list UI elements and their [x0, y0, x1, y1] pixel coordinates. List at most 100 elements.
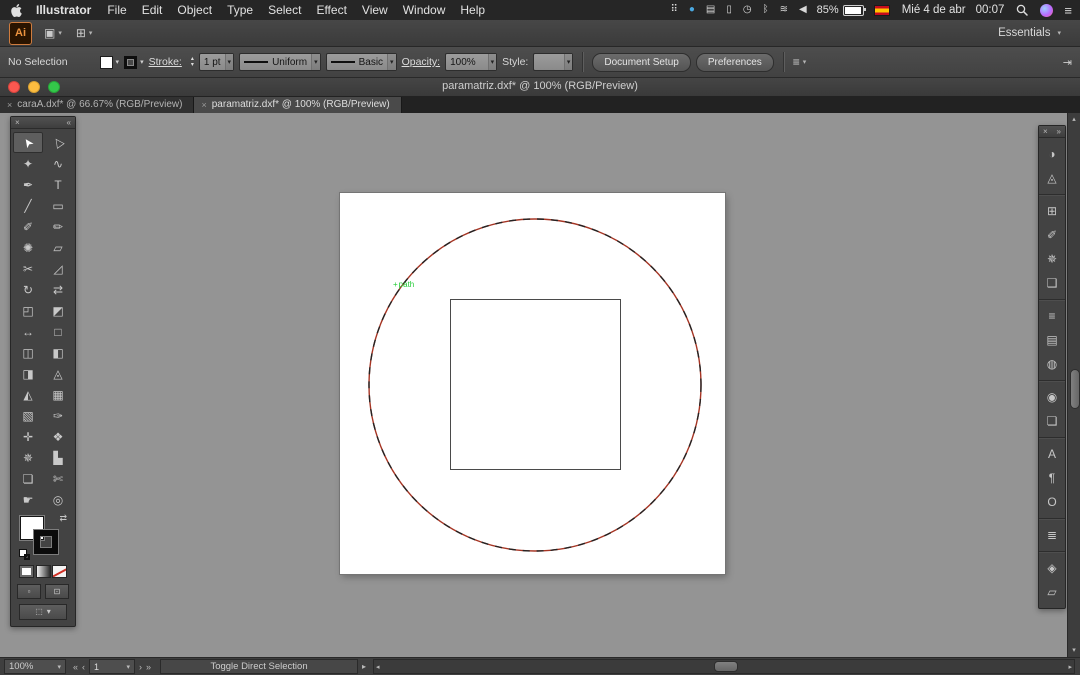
perspective-selection-tool[interactable]: ◭	[13, 384, 43, 405]
color-guide-panel-icon[interactable]: ◬	[1039, 166, 1065, 190]
scroll-right-icon[interactable]: ▸	[1068, 660, 1072, 673]
zoom-tool[interactable]: ◎	[43, 489, 73, 510]
siri-icon[interactable]	[1040, 3, 1054, 17]
artboard-caret-icon[interactable]: ▾	[127, 663, 131, 671]
transform-panel-icon[interactable]: ▱	[1039, 580, 1065, 604]
none-button[interactable]	[52, 565, 67, 578]
display-icon[interactable]: ▯	[726, 5, 732, 15]
column-graph-tool[interactable]: ▙	[43, 447, 73, 468]
measure-tool[interactable]: ✛	[13, 426, 43, 447]
selection-tool[interactable]: ➤	[13, 132, 43, 153]
preferences-button[interactable]: Preferences	[695, 52, 774, 72]
app-indicator-icon[interactable]: ▤	[706, 5, 715, 15]
menu-object[interactable]: Object	[177, 3, 212, 17]
pencil-tool[interactable]: ✏	[43, 216, 73, 237]
reflect-tool[interactable]: ⇄	[43, 279, 73, 300]
paragraph-panel-icon[interactable]: ¶	[1039, 466, 1065, 490]
zoom-level-dropdown[interactable]: 100% ▾	[4, 659, 66, 674]
direct-selection-tool[interactable]: ▷	[43, 132, 73, 153]
status-expand-icon[interactable]: ▸	[362, 662, 366, 671]
menu-select[interactable]: Select	[268, 3, 301, 17]
opacity-panel-link[interactable]: Opacity:	[402, 56, 441, 68]
align-panel-icon[interactable]: ≣	[1039, 523, 1065, 547]
control-panel-dock-icon[interactable]: ⇥	[1063, 56, 1072, 69]
vertical-scrollbar[interactable]: ▴ ▾	[1067, 113, 1080, 657]
status-display[interactable]: Toggle Direct Selection	[160, 659, 359, 674]
eraser-tool[interactable]: ▱	[43, 237, 73, 258]
draw-behind-button[interactable]: ⊡	[45, 584, 69, 599]
menu-effect[interactable]: Effect	[316, 3, 346, 17]
color-panel-icon[interactable]: ◑	[1039, 142, 1065, 166]
blob-brush-tool[interactable]: ✺	[13, 237, 43, 258]
stroke-caret-icon[interactable]: ▾	[140, 58, 144, 66]
graphic-styles-panel-icon[interactable]: ❑	[1039, 271, 1065, 295]
stroke-swatch[interactable]	[34, 530, 58, 554]
rotate-tool[interactable]: ↻	[13, 279, 43, 300]
menu-file[interactable]: File	[107, 3, 126, 17]
scissors-tool[interactable]: ✂	[13, 258, 43, 279]
knife-tool[interactable]: ◿	[43, 258, 73, 279]
tools-panel-collapse-icon[interactable]: «	[67, 118, 71, 127]
next-artboard-button[interactable]: ›	[139, 662, 142, 672]
artboard-number-field[interactable]: 1 ▾	[89, 659, 136, 674]
blend-tool[interactable]: ❖	[43, 426, 73, 447]
pen-tool[interactable]: ✒	[13, 174, 43, 195]
opentype-panel-icon[interactable]: O	[1039, 490, 1065, 514]
paintbrush-tool[interactable]: ✐	[13, 216, 43, 237]
width-profile-caret-icon[interactable]: ▾	[311, 54, 320, 70]
style-caret-icon[interactable]: ▾	[563, 54, 573, 70]
scroll-left-icon[interactable]: ◂	[376, 660, 380, 673]
menu-view[interactable]: View	[362, 3, 388, 17]
document-setup-button[interactable]: Document Setup	[592, 52, 691, 72]
appearance-panel-icon[interactable]: ◉	[1039, 385, 1065, 409]
stroke-weight-stepper[interactable]: ▴ ▾	[191, 56, 194, 68]
panel-dock-close-icon[interactable]: ×	[1043, 127, 1048, 136]
magic-wand-tool[interactable]: ✦	[13, 153, 43, 174]
opacity-field[interactable]: 100% ▾	[445, 53, 498, 71]
menubar-time[interactable]: 00:07	[976, 4, 1005, 16]
lasso-tool[interactable]: ∿	[43, 153, 73, 174]
free-transform-tool[interactable]: □	[43, 321, 73, 342]
hand-tool[interactable]: ☛	[13, 489, 43, 510]
menu-window[interactable]: Window	[403, 3, 446, 17]
mesh-tool[interactable]: ▦	[43, 384, 73, 405]
options-flyout[interactable]: ≡ ▾	[793, 55, 807, 69]
layers-panel-icon[interactable]: ❏	[1039, 409, 1065, 433]
stepper-down-icon[interactable]: ▾	[191, 62, 194, 68]
brush-dropdown[interactable]: Basic ▾	[325, 53, 397, 71]
horizontal-scrollbar[interactable]: ◂ ▸	[373, 659, 1075, 674]
screen-mode-button[interactable]: ⬚ ▾	[19, 604, 67, 620]
shear-tool[interactable]: ◩	[43, 300, 73, 321]
scroll-down-icon[interactable]: ▾	[1068, 647, 1080, 654]
apple-menu-icon[interactable]	[8, 3, 24, 17]
stroke-weight-field[interactable]: 1 pt ▾	[198, 53, 235, 71]
gradient-button[interactable]	[35, 565, 51, 578]
wifi-icon[interactable]: ≋	[780, 5, 788, 15]
workspace-switcher[interactable]: Essentials ▾	[998, 27, 1071, 39]
menu-edit[interactable]: Edit	[142, 3, 163, 17]
stroke-color-swatch[interactable]	[124, 55, 138, 69]
brush-caret-icon[interactable]: ▾	[387, 54, 396, 70]
tab-close-icon[interactable]: ×	[201, 100, 206, 110]
swatches-panel-icon[interactable]: ⊞	[1039, 199, 1065, 223]
menubar-app-name[interactable]: Illustrator	[36, 3, 91, 17]
tools-panel-close-icon[interactable]: ×	[15, 118, 20, 127]
color-button[interactable]	[19, 565, 34, 578]
scroll-up-icon[interactable]: ▴	[1068, 116, 1080, 123]
draw-normal-button[interactable]: ▫	[17, 584, 41, 599]
bluetooth-icon[interactable]: ᛒ	[763, 5, 769, 15]
type-tool[interactable]: T	[43, 174, 73, 195]
swap-fill-stroke-icon[interactable]: ⇄	[59, 514, 67, 523]
window-titlebar[interactable]: paramatriz.dxf* @ 100% (RGB/Preview)	[0, 78, 1080, 97]
stroke-weight-caret-icon[interactable]: ▾	[224, 54, 234, 70]
first-artboard-button[interactable]: «	[73, 662, 78, 672]
stroke-panel-link[interactable]: Stroke:	[149, 56, 182, 68]
opacity-caret-icon[interactable]: ▾	[487, 54, 497, 70]
stroke-panel-icon[interactable]: ≡	[1039, 304, 1065, 328]
menu-type[interactable]: Type	[227, 3, 253, 17]
spotlight-icon[interactable]	[1016, 4, 1029, 16]
document-tab[interactable]: × caraA.dxf* @ 66.67% (RGB/Preview)	[0, 96, 195, 113]
tab-close-icon[interactable]: ×	[7, 100, 12, 110]
symbol-sprayer-tool[interactable]: ✵	[13, 447, 43, 468]
gradient-tool[interactable]: ▧	[13, 405, 43, 426]
